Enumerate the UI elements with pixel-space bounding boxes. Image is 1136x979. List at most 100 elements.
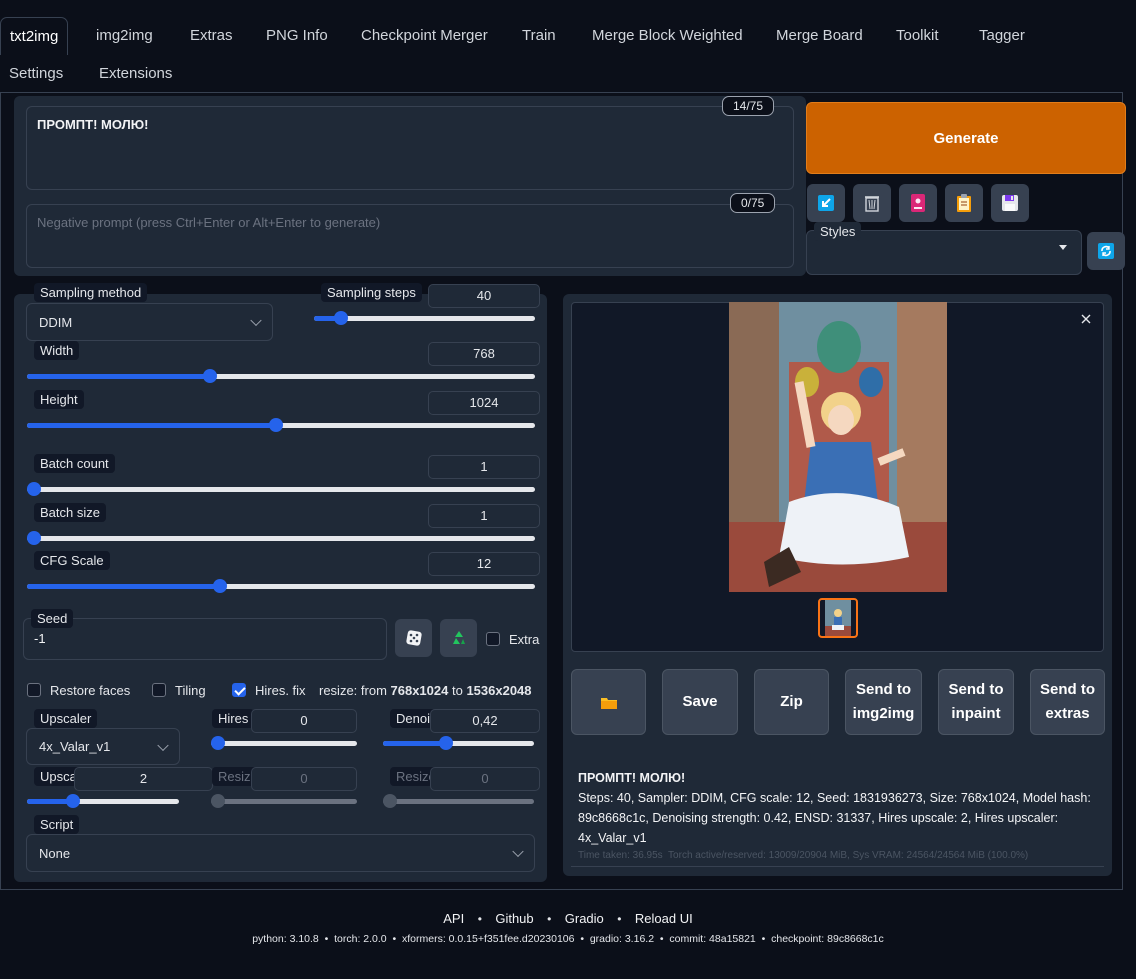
batch-size-label: Batch size <box>34 503 106 522</box>
open-folder-button[interactable] <box>571 669 646 735</box>
tab-settings[interactable]: Settings <box>0 55 72 93</box>
width-input[interactable]: 768 <box>428 342 540 366</box>
sampling-method-value: DDIM <box>39 314 73 330</box>
read-params-button[interactable] <box>807 184 845 222</box>
hires-fix-checkbox[interactable] <box>232 683 246 697</box>
script-label: Script <box>34 815 80 834</box>
batch-size-input[interactable]: 1 <box>428 504 540 528</box>
info-prompt: ПРОМПТ! МОЛЮ! <box>578 771 686 785</box>
reuse-seed-button[interactable] <box>440 619 477 657</box>
tab-merge-block-weighted[interactable]: Merge Block Weighted <box>583 17 752 55</box>
dice-icon <box>405 630 422 646</box>
slider-thumb[interactable] <box>439 736 454 750</box>
sampling-method-label: Sampling method <box>34 283 148 302</box>
footer-reload-ui-link[interactable]: Reload UI <box>635 911 693 926</box>
tiling-label: Tiling <box>175 683 206 698</box>
script-value: None <box>39 845 71 861</box>
refresh-styles-button[interactable] <box>1087 232 1125 270</box>
footer-gradio-link[interactable]: Gradio <box>565 911 604 926</box>
gallery-thumbnail[interactable] <box>818 598 858 638</box>
batch-count-slider[interactable] <box>27 481 535 497</box>
send-to-inpaint-button[interactable]: Send to inpaint <box>938 669 1014 735</box>
sampling-steps-label: Sampling steps <box>321 283 422 302</box>
hires-fix-label: Hires. fix <box>255 683 306 698</box>
footer-api-link[interactable]: API <box>443 911 464 926</box>
tab-tagger[interactable]: Tagger <box>970 17 1034 55</box>
extra-seed-label: Extra <box>509 632 540 647</box>
slider-thumb[interactable] <box>211 736 225 750</box>
tab-merge-board[interactable]: Merge Board <box>767 17 872 55</box>
send-to-extras-button[interactable]: Send to extras <box>1030 669 1105 735</box>
upscale-by-slider[interactable] <box>27 793 179 809</box>
seed-label: Seed <box>31 609 74 628</box>
tab-png-info[interactable]: PNG Info <box>257 17 337 55</box>
zip-button[interactable]: Zip <box>754 669 829 735</box>
negative-prompt-token-counter: 0/75 <box>730 193 776 213</box>
slider-thumb[interactable] <box>333 311 348 325</box>
tab-checkpoint-merger[interactable]: Checkpoint Merger <box>352 17 497 55</box>
slider-thumb[interactable] <box>27 482 41 496</box>
prompt-input[interactable]: ПРОМПТ! МОЛЮ! <box>26 106 794 190</box>
tab-toolkit[interactable]: Toolkit <box>887 17 948 55</box>
cfg-scale-input[interactable]: 12 <box>428 552 540 576</box>
footer-links: API • Github • Gradio • Reload UI <box>443 911 693 926</box>
batch-count-label: Batch count <box>34 454 115 473</box>
generate-button[interactable]: Generate <box>806 102 1126 174</box>
tab-img2img[interactable]: img2img <box>87 17 162 55</box>
seed-input[interactable]: -1 <box>23 618 387 660</box>
picture-card-icon <box>911 194 925 212</box>
upscale-by-input[interactable]: 2 <box>74 767 213 791</box>
extra-networks-button[interactable] <box>899 184 937 222</box>
save-style-button[interactable] <box>991 184 1029 222</box>
clear-prompt-button[interactable] <box>853 184 891 222</box>
info-divider <box>571 866 1104 867</box>
info-params: Steps: 40, Sampler: DDIM, CFG scale: 12,… <box>578 791 1091 845</box>
refresh-icon <box>1098 243 1114 259</box>
save-button[interactable]: Save <box>662 669 738 735</box>
prompt-text: ПРОМПТ! МОЛЮ! <box>37 117 149 132</box>
script-dropdown[interactable]: None <box>26 834 535 872</box>
slider-thumb[interactable] <box>268 418 283 432</box>
width-label: Width <box>34 341 80 360</box>
slider-thumb[interactable] <box>202 369 217 383</box>
hires-steps-input[interactable]: 0 <box>251 709 357 733</box>
upscaler-dropdown[interactable]: 4x_Valar_v1 <box>26 728 180 765</box>
slider-thumb[interactable] <box>65 794 80 808</box>
tab-train[interactable]: Train <box>513 17 565 55</box>
sampling-method-dropdown[interactable]: DDIM <box>26 303 273 341</box>
hires-resize-info: resize: from 768x1024 to 1536x2048 <box>319 683 532 698</box>
prompt-token-counter: 14/75 <box>722 96 775 116</box>
restore-faces-checkbox[interactable] <box>27 683 41 697</box>
height-slider[interactable] <box>27 417 535 433</box>
negative-prompt-input[interactable]: Negative prompt (press Ctrl+Enter or Alt… <box>26 204 794 268</box>
generated-image[interactable] <box>729 302 947 592</box>
hires-steps-slider[interactable] <box>211 735 357 751</box>
chevron-down-icon <box>157 739 169 751</box>
slider-thumb[interactable] <box>213 579 228 593</box>
extra-seed-checkbox[interactable] <box>486 632 500 646</box>
cfg-scale-slider[interactable] <box>27 578 535 594</box>
batch-count-input[interactable]: 1 <box>428 455 540 479</box>
sampling-steps-slider[interactable] <box>314 310 535 326</box>
denoising-slider[interactable] <box>383 735 534 751</box>
tiling-checkbox[interactable] <box>152 683 166 697</box>
slider-thumb <box>383 794 397 808</box>
sampling-steps-input[interactable]: 40 <box>428 284 540 308</box>
resize-height-slider <box>383 793 534 809</box>
generation-info: ПРОМПТ! МОЛЮ! Steps: 40, Sampler: DDIM, … <box>578 768 1098 848</box>
height-input[interactable]: 1024 <box>428 391 540 415</box>
width-slider[interactable] <box>27 368 535 384</box>
tab-extras[interactable]: Extras <box>181 17 242 55</box>
random-seed-button[interactable] <box>395 619 432 657</box>
send-to-img2img-button[interactable]: Send to img2img <box>845 669 922 735</box>
hires-steps-label: Hires <box>212 709 255 728</box>
slider-thumb[interactable] <box>27 531 41 545</box>
tab-txt2img[interactable]: txt2img <box>0 17 69 55</box>
footer-github-link[interactable]: Github <box>495 911 533 926</box>
batch-size-slider[interactable] <box>27 530 535 546</box>
close-icon[interactable] <box>1079 312 1093 326</box>
apply-style-button[interactable] <box>945 184 983 222</box>
denoising-input[interactable]: 0,42 <box>430 709 540 733</box>
tab-extensions[interactable]: Extensions <box>90 55 181 93</box>
clipboard-icon <box>957 194 971 212</box>
